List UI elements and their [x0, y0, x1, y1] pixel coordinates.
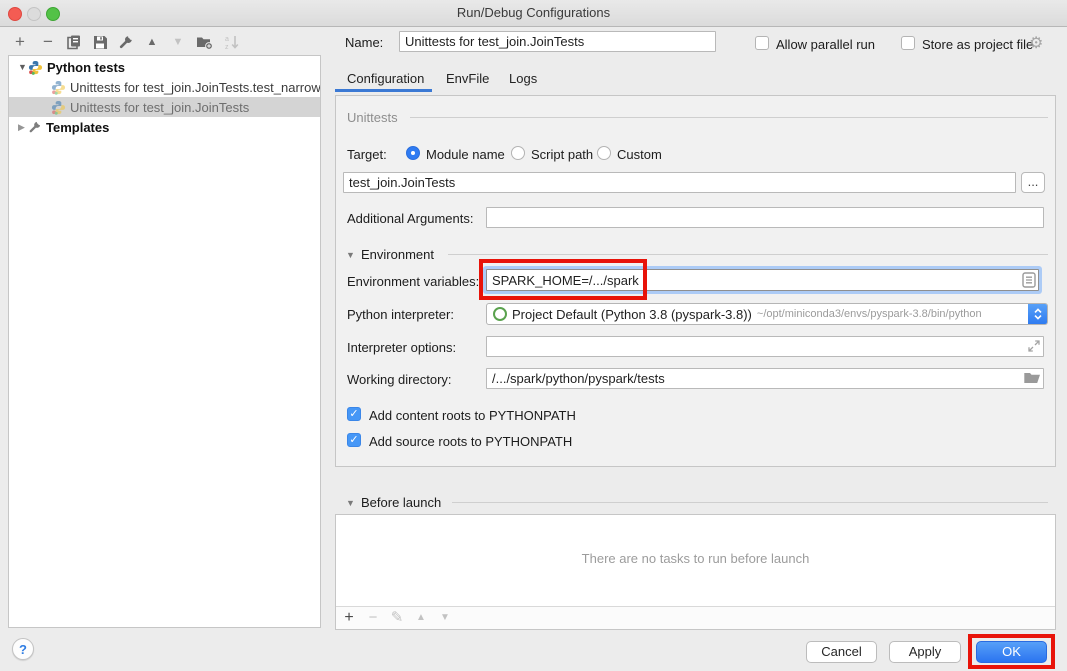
- svg-text:z: z: [225, 44, 229, 51]
- title-bar: Run/Debug Configurations: [0, 0, 1067, 27]
- move-up-icon[interactable]: ▲: [142, 32, 162, 52]
- working-directory-input[interactable]: [486, 368, 1044, 389]
- before-launch-separator: [452, 502, 1048, 503]
- combobox-arrows-icon[interactable]: [1028, 303, 1047, 325]
- python-test-icon: [51, 80, 66, 95]
- add-task-icon[interactable]: +: [340, 607, 358, 629]
- before-launch-label: Before launch: [361, 495, 441, 510]
- tree-item-python-tests[interactable]: ▼ Python tests: [9, 57, 320, 77]
- additional-arguments-label: Additional Arguments:: [347, 211, 473, 226]
- additional-arguments-input[interactable]: [486, 207, 1044, 228]
- chevron-down-icon[interactable]: ▼: [18, 62, 28, 72]
- tab-logs[interactable]: Logs: [509, 71, 537, 86]
- add-configuration-icon[interactable]: +: [10, 32, 30, 52]
- before-launch-toolbar: + − ✎ ▲ ▼: [336, 606, 1055, 629]
- remove-configuration-icon[interactable]: −: [38, 32, 58, 52]
- copy-configuration-icon[interactable]: [64, 32, 84, 52]
- remove-task-icon: −: [364, 607, 382, 629]
- move-down-icon: ▼: [168, 32, 188, 52]
- environment-section-label: Environment: [361, 247, 434, 262]
- gear-icon[interactable]: ⚙: [1029, 36, 1043, 52]
- wrench-icon: [28, 120, 42, 134]
- move-task-down-icon: ▼: [436, 607, 454, 629]
- collapse-before-launch-icon[interactable]: ▼: [346, 498, 355, 508]
- store-as-project-file-checkbox[interactable]: [901, 36, 915, 50]
- active-tab-underline: [335, 89, 432, 92]
- tree-item-label: Templates: [46, 120, 109, 135]
- radio-custom-label: Custom: [617, 147, 662, 162]
- tree-item-templates[interactable]: ▶ Templates: [9, 117, 320, 137]
- edit-templates-icon[interactable]: [116, 32, 136, 52]
- tree-item-label: Python tests: [47, 60, 125, 75]
- conda-env-icon: [493, 307, 507, 321]
- tree-item-label: Unittests for test_join.JoinTests.test_n…: [70, 80, 320, 95]
- target-label: Target:: [347, 147, 387, 162]
- python-interpreter-combobox[interactable]: Project Default (Python 3.8 (pyspark-3.8…: [486, 303, 1048, 325]
- working-directory-label: Working directory:: [347, 372, 452, 387]
- folder-icon[interactable]: [1024, 371, 1041, 387]
- svg-text:a: a: [225, 36, 229, 43]
- python-interpreter-label: Python interpreter:: [347, 307, 454, 322]
- run-debug-configurations-dialog: Run/Debug Configurations + − ▲ ▼ az ▼ Py…: [0, 0, 1067, 671]
- tree-item-test-narrow[interactable]: Unittests for test_join.JoinTests.test_n…: [9, 77, 320, 97]
- configurations-tree: ▼ Python tests Unittests for test_join.J…: [8, 55, 321, 628]
- before-launch-tasks-panel: There are no tasks to run before launch …: [335, 514, 1056, 630]
- ok-button[interactable]: OK: [976, 641, 1047, 663]
- tree-item-jointests-selected[interactable]: Unittests for test_join.JoinTests: [9, 97, 320, 117]
- add-content-roots-checkbox[interactable]: ✓: [347, 407, 361, 421]
- python-tests-icon: [28, 60, 43, 75]
- expand-field-icon[interactable]: [1028, 340, 1040, 355]
- group-separator: [410, 117, 1048, 118]
- tree-item-label: Unittests for test_join.JoinTests: [70, 100, 249, 115]
- store-as-project-file-label: Store as project file: [922, 37, 1033, 52]
- tab-configuration[interactable]: Configuration: [347, 71, 424, 86]
- move-task-up-icon: ▲: [412, 607, 430, 629]
- edit-env-vars-list-icon[interactable]: [1022, 272, 1036, 291]
- module-name-input[interactable]: [343, 172, 1016, 193]
- radio-custom[interactable]: [597, 146, 611, 160]
- radio-script-path[interactable]: [511, 146, 525, 160]
- new-folder-icon[interactable]: [194, 32, 214, 52]
- allow-parallel-run-checkbox[interactable]: [755, 36, 769, 50]
- environment-separator: [448, 254, 1048, 255]
- environment-variables-label: Environment variables:: [347, 274, 479, 289]
- interpreter-options-input[interactable]: [486, 336, 1044, 357]
- add-source-roots-checkbox[interactable]: ✓: [347, 433, 361, 447]
- collapse-environment-icon[interactable]: ▼: [346, 250, 355, 260]
- before-launch-empty-message: There are no tasks to run before launch: [336, 551, 1055, 566]
- add-source-roots-label: Add source roots to PYTHONPATH: [369, 434, 572, 449]
- chevron-right-icon[interactable]: ▶: [18, 122, 28, 133]
- interpreter-options-label: Interpreter options:: [347, 340, 456, 355]
- interpreter-path: ~/opt/miniconda3/envs/pyspark-3.8/bin/py…: [757, 308, 1028, 320]
- python-test-icon: [51, 100, 66, 115]
- interpreter-value: Project Default (Python 3.8 (pyspark-3.8…: [512, 307, 752, 322]
- cancel-button[interactable]: Cancel: [806, 641, 877, 663]
- tab-envfile[interactable]: EnvFile: [446, 71, 489, 86]
- radio-script-path-label: Script path: [531, 147, 593, 162]
- edit-task-icon: ✎: [388, 607, 406, 629]
- apply-button[interactable]: Apply: [889, 641, 961, 663]
- browse-module-button[interactable]: ...: [1021, 172, 1045, 193]
- sort-alphabetically-icon: az: [222, 32, 242, 52]
- window-title: Run/Debug Configurations: [0, 0, 1067, 26]
- allow-parallel-run-label: Allow parallel run: [776, 37, 875, 52]
- radio-module-name-label: Module name: [426, 147, 505, 162]
- help-button[interactable]: ?: [12, 638, 34, 660]
- unittests-group-label: Unittests: [347, 110, 398, 125]
- environment-variables-input[interactable]: [486, 269, 1039, 291]
- name-input[interactable]: [399, 31, 716, 52]
- name-label: Name:: [345, 35, 383, 50]
- save-configuration-icon[interactable]: [90, 32, 110, 52]
- radio-module-name[interactable]: [406, 146, 420, 160]
- add-content-roots-label: Add content roots to PYTHONPATH: [369, 408, 576, 423]
